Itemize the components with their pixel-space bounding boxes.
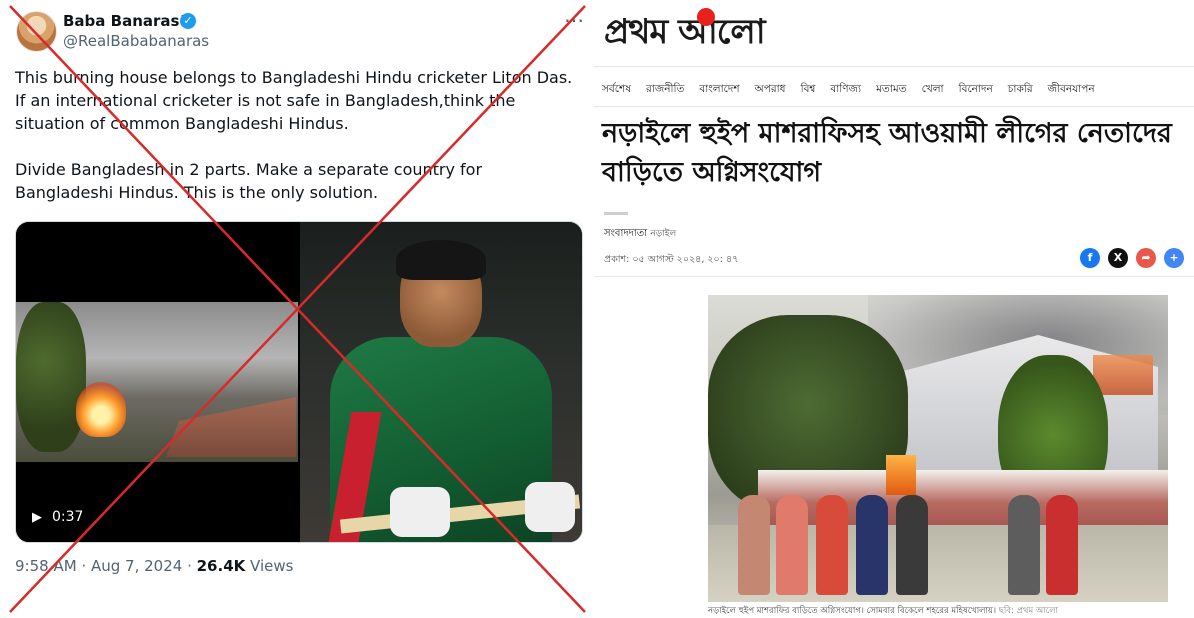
caption-credit: ছবি: প্রথম আলো [998, 606, 1058, 616]
meta-dot: · [81, 557, 91, 575]
publish-date: প্রকাশ: ০৫ আগস্ট ২০২৪, ২০: ৪৭ [604, 254, 739, 265]
nav-item-opinion[interactable]: মতামত [876, 82, 906, 99]
user-handle[interactable]: @RealBababanaras [63, 32, 209, 50]
views-label: Views [250, 557, 294, 575]
photo-person [816, 495, 848, 595]
nav-item-world[interactable]: বিশ্ব [801, 82, 816, 99]
nav-item-entertainment[interactable]: বিনোদন [959, 82, 993, 99]
nav-item-bangladesh[interactable]: বাংলাদেশ [699, 82, 739, 99]
tweet-media[interactable]: ▶ 0:37 [15, 221, 583, 543]
facebook-icon[interactable]: f [1080, 248, 1100, 268]
photo-fire-upper [1093, 355, 1153, 395]
verified-badge-icon: ✓ [180, 13, 196, 29]
video-player[interactable]: ▶ 0:37 [16, 222, 298, 542]
x-icon[interactable]: X [1108, 248, 1128, 268]
video-tree [16, 302, 86, 452]
tweet-card: Baba Banaras™ ✓ @RealBababanaras ⋯ This … [0, 0, 594, 618]
tweet-text: This burning house belongs to Bangladesh… [15, 68, 573, 202]
display-name[interactable]: Baba Banaras™ [63, 12, 194, 30]
photo-glove-left [390, 487, 450, 537]
news-article: প্রথম আলো সর্বশেষ রাজনীতি বাংলাদেশ অপরাধ… [594, 0, 1194, 618]
logo-dot [697, 8, 715, 26]
divider [594, 66, 1194, 67]
photo-person [1008, 495, 1040, 595]
site-logo[interactable]: প্রথম আলো [604, 6, 766, 63]
tweet-meta: 9:58 AM · Aug 7, 2024 · 26.4K Views [15, 557, 293, 575]
video-duration: 0:37 [52, 509, 84, 525]
nav-item-latest[interactable]: সর্বশেষ [602, 82, 631, 99]
article-photo[interactable] [708, 295, 1168, 602]
byline-location: নড়াইল [650, 229, 677, 239]
tweet-date[interactable]: Aug 7, 2024 [91, 557, 182, 575]
divider [594, 106, 1194, 107]
caption-text: নড়াইলে হুইপ মাশরাফির বাড়িতে অগ্নিসংযোগ… [708, 606, 997, 616]
photo-hair [396, 240, 486, 280]
play-icon[interactable]: ▶ [32, 510, 42, 525]
nav-item-crime[interactable]: অপরাধ [755, 82, 786, 99]
photo-person [738, 495, 770, 595]
photo-caption: নড়াইলে হুইপ মাশরাফির বাড়িতে অগ্নিসংযোগ… [708, 604, 1058, 618]
nav-item-lifestyle[interactable]: জীবনযাপন [1048, 82, 1095, 99]
nav-item-jobs[interactable]: চাকরি [1008, 82, 1033, 99]
byline-divider [604, 212, 628, 215]
nav-item-politics[interactable]: রাজনীতি [646, 82, 684, 99]
more-options-icon[interactable]: ⋯ [564, 8, 585, 32]
photo-person [856, 495, 888, 595]
meta-dot: · [187, 557, 197, 575]
article-headline: নড়াইলে হুইপ মাশরাফিসহ আওয়ামী লীগের নেত… [602, 118, 1172, 188]
views-count: 26.4K [196, 557, 246, 575]
nav-item-sports[interactable]: খেলা [922, 82, 944, 99]
photo-glove-right [525, 482, 575, 532]
photo-fire [886, 455, 916, 495]
cricketer-photo[interactable] [300, 222, 582, 542]
photo-person [896, 495, 928, 595]
byline: সংবাদদাতা নড়াইল [604, 226, 676, 243]
video-fire [76, 382, 126, 437]
byline-author[interactable]: সংবাদদাতা [604, 228, 647, 239]
nav-item-business[interactable]: বাণিজ্য [830, 82, 861, 99]
tweet-time[interactable]: 9:58 AM [15, 557, 77, 575]
nav-menu: সর্বশেষ রাজনীতি বাংলাদেশ অপরাধ বিশ্ব বাণ… [602, 82, 1110, 99]
plus-icon[interactable]: + [1164, 248, 1184, 268]
share-icon[interactable]: ➦ [1136, 248, 1156, 268]
avatar[interactable] [16, 11, 57, 52]
divider [594, 276, 1194, 277]
photo-person [776, 495, 808, 595]
photo-person [1046, 495, 1078, 595]
